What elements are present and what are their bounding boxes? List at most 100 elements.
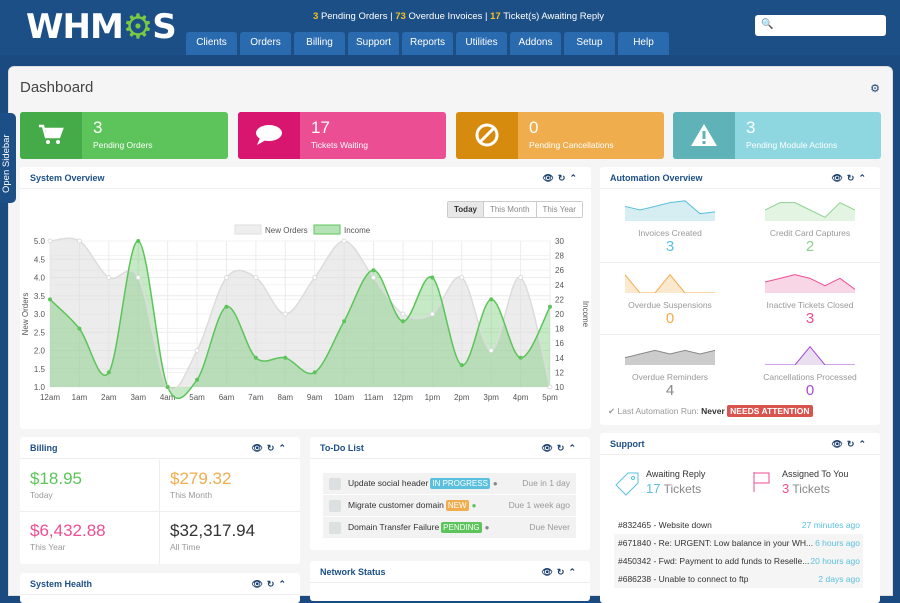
todo-text: Domain Transfer Failure: [348, 522, 440, 532]
stat-label: Tickets Waiting: [311, 140, 368, 150]
refresh-icon[interactable]: ↻: [557, 567, 569, 577]
y-tick-label: 2.5: [34, 328, 46, 337]
refresh-icon[interactable]: ↻: [557, 443, 569, 453]
new-orders-point: [341, 238, 347, 244]
income-point: [459, 363, 464, 368]
collapse-icon[interactable]: ⌃: [858, 439, 870, 449]
nav-orders[interactable]: Orders: [240, 32, 291, 55]
whmcs-logo[interactable]: WHM⚙S: [26, 7, 177, 47]
nav-billing[interactable]: Billing: [294, 32, 345, 55]
nav-utilities[interactable]: Utilities: [456, 32, 507, 55]
collapse-icon[interactable]: ⌃: [278, 443, 290, 453]
collapse-icon[interactable]: ⌃: [278, 579, 290, 589]
stat-pending-cancellations[interactable]: 0 Pending Cancellations: [456, 112, 664, 159]
sparkline: [765, 202, 855, 221]
new-orders-point: [282, 311, 288, 317]
x-tick-label: 6am: [219, 393, 235, 402]
open-sidebar-tab[interactable]: Open Sidebar: [0, 113, 16, 203]
new-orders-point: [488, 348, 494, 353]
stat-value: 3: [746, 118, 756, 137]
automation-stat[interactable]: Overdue Suspensions 0: [600, 263, 740, 335]
todo-item[interactable]: Domain Transfer Failure PENDING ● Due Neve…: [323, 517, 576, 538]
ticket-row[interactable]: #671840 - Re: URGENT: Low balance in you…: [614, 534, 863, 552]
collapse-icon[interactable]: ⌃: [858, 173, 870, 183]
assigned-count: 3: [782, 481, 790, 496]
todo-checkbox[interactable]: [329, 522, 341, 534]
billing-amount: $32,317.94: [170, 521, 256, 540]
refresh-icon[interactable]: ↻: [267, 579, 279, 589]
search-box[interactable]: 🔍: [755, 15, 886, 36]
hide-icon[interactable]: 👁: [831, 173, 846, 183]
cart-icon: [20, 112, 82, 159]
tickets-awaiting-link[interactable]: 17 Ticket(s) Awaiting Reply: [490, 11, 604, 22]
billing-this-month: $279.32 This Month: [160, 460, 300, 512]
stat-pending-module-actions[interactable]: 3 Pending Module Actions: [673, 112, 881, 159]
stat-pending-orders[interactable]: 3 Pending Orders: [20, 112, 228, 159]
nav-help[interactable]: Help: [618, 32, 669, 55]
ticket-row[interactable]: #686238 - Unable to connect to ftp 2 days…: [614, 570, 863, 588]
todo-item[interactable]: Update social header IN PROGRESS ● Due in …: [323, 473, 576, 494]
automation-value: 4: [665, 382, 675, 399]
ticket-subject: #671840 - Re: URGENT: Low balance in you…: [618, 538, 814, 548]
pending-orders-link[interactable]: 3 Pending Orders: [313, 11, 387, 22]
hide-icon[interactable]: 👁: [541, 443, 556, 453]
assigned-label: Assigned To You: [782, 469, 849, 479]
stat-value: 17: [311, 118, 330, 137]
last-run-value: Never: [701, 406, 725, 416]
settings-gear-icon[interactable]: ⚙: [870, 82, 880, 95]
flag-icon: [753, 472, 770, 492]
y-tick-label: 4.5: [34, 255, 46, 264]
x-tick-label: 2pm: [454, 393, 470, 402]
user-icon: ●: [471, 501, 477, 510]
todo-checkbox[interactable]: [329, 500, 341, 512]
y2-tick-label: 20: [555, 310, 564, 319]
stat-value: 3: [93, 118, 103, 137]
nav-addons[interactable]: Addons: [510, 32, 561, 55]
nav-setup[interactable]: Setup: [564, 32, 615, 55]
automation-stat[interactable]: Invoices Created 3: [600, 191, 740, 263]
refresh-icon[interactable]: ↻: [847, 173, 859, 183]
automation-stat[interactable]: Credit Card Captures 2: [740, 191, 880, 263]
nav-clients[interactable]: Clients: [186, 32, 237, 55]
hide-icon[interactable]: 👁: [251, 579, 266, 589]
y2-axis-label: Income: [581, 301, 590, 328]
automation-stat[interactable]: Inactive Tickets Closed 3: [740, 263, 880, 335]
assigned-unit: Tickets: [792, 482, 830, 496]
ticket-subject: #686238 - Unable to connect to ftp: [618, 574, 749, 584]
income-point: [548, 304, 552, 309]
automation-stat[interactable]: Cancellations Processed 0: [740, 335, 880, 405]
nav-support[interactable]: Support: [348, 32, 399, 55]
gear-logo-icon: ⚙: [122, 7, 154, 47]
collapse-icon[interactable]: ⌃: [568, 567, 580, 577]
todo-item[interactable]: Migrate customer domain NEW ● Due 1 week a…: [323, 495, 576, 516]
new-orders-point: [253, 275, 259, 280]
tag-icon: [615, 472, 639, 496]
income-point: [253, 355, 258, 360]
income-point: [342, 319, 347, 324]
income-point: [195, 377, 200, 382]
logo-text: WHM: [26, 7, 124, 47]
stat-label: Pending Module Actions: [746, 140, 838, 150]
ticket-row[interactable]: #832465 - Website down 27 minutes ago: [614, 516, 863, 534]
refresh-icon[interactable]: ↻: [847, 439, 859, 449]
stat-tickets-waiting[interactable]: 17 Tickets Waiting: [238, 112, 446, 159]
hide-icon[interactable]: 👁: [251, 443, 266, 453]
new-orders-point: [459, 275, 465, 280]
y-tick-label: 4.0: [34, 274, 46, 283]
income-point: [430, 275, 435, 280]
refresh-icon[interactable]: ↻: [267, 443, 279, 453]
y-tick-label: 1.5: [34, 365, 46, 374]
collapse-icon[interactable]: ⌃: [568, 443, 580, 453]
automation-value: 0: [805, 382, 815, 399]
hide-icon[interactable]: 👁: [541, 567, 556, 577]
todo-checkbox[interactable]: [329, 478, 341, 490]
ticket-row[interactable]: #450342 - Fwd: Payment to add funds to R…: [614, 552, 863, 570]
billing-this-year: $6,432.88 This Year: [20, 512, 160, 564]
overdue-invoices-link[interactable]: 73 Overdue Invoices: [395, 11, 482, 22]
dashboard-main: Dashboard ⚙ 3 Pending Orders 17 Tickets …: [8, 66, 893, 603]
automation-label: Overdue Reminders: [631, 372, 709, 382]
automation-stat[interactable]: Overdue Reminders 4: [600, 335, 740, 405]
nav-reports[interactable]: Reports: [402, 32, 453, 55]
sparkline: [625, 273, 715, 293]
hide-icon[interactable]: 👁: [831, 439, 846, 449]
